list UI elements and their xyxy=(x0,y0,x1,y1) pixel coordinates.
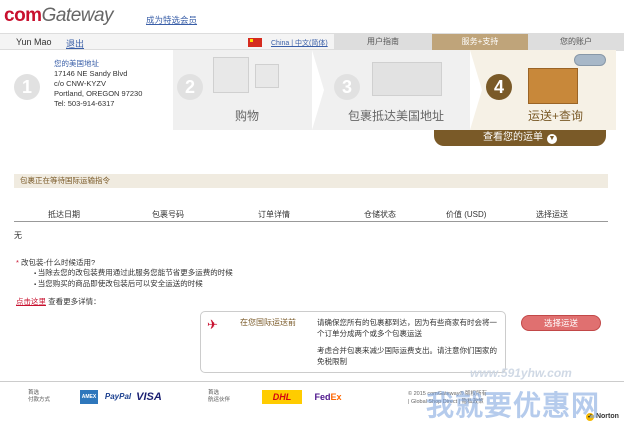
notes-question: * 改包装-什么时候适用? xyxy=(16,258,96,267)
chevron-down-icon: ▼ xyxy=(547,134,557,144)
fedex-logo: FedEx xyxy=(310,390,346,404)
address-phone: Tel: 503-914-6317 xyxy=(54,99,115,108)
shipping-box-icon xyxy=(528,68,578,104)
step-label: 购物 xyxy=(235,109,260,123)
step-chevron xyxy=(470,50,482,130)
column-header-value: 价值 (USD) xyxy=(446,210,487,219)
nav-tab-your-account[interactable]: 您的账户 xyxy=(528,34,624,51)
airplane-icon xyxy=(574,54,606,66)
logo-com: com xyxy=(4,5,42,26)
international-shipping-info-box: ✈ 在您国际运送前 请确保您所有的包裹都到达，因为有些商家有时会将一个订单分成两… xyxy=(200,311,506,373)
step-chevron xyxy=(312,50,324,130)
info-box-text: 请确保您所有的包裹都到达，因为有些商家有时会将一个订单分成两个或多个包裹运送 xyxy=(317,318,497,338)
watermark-url: www.591yhw.com xyxy=(470,366,572,380)
step-number: 2 xyxy=(177,74,203,100)
comgateway-logo[interactable]: comGateway xyxy=(4,5,114,27)
step-number: 1 xyxy=(14,74,40,100)
user-name: Yun Mao xyxy=(16,37,52,47)
step-label: 包裹抵达美国地址 xyxy=(348,109,445,123)
shopping-bag-icon xyxy=(213,57,249,93)
region-selector[interactable]: China | 中文(简体) xyxy=(271,38,328,48)
more-details-text: 查看更多详情： xyxy=(48,297,101,306)
site-header: comGateway 成为特选会员 xyxy=(0,0,624,32)
join-premium-link[interactable]: 成为特选会员 xyxy=(146,14,197,26)
step-4-ship-track[interactable]: 4 运送+查询 xyxy=(470,50,616,130)
airplane-icon: ✈ xyxy=(207,317,218,332)
column-header-select-shipping: 选择运送 xyxy=(536,210,568,219)
us-address-block: 您的美国地址 17146 NE Sandy Blvd c/o CNW-KYZV … xyxy=(54,59,142,109)
list-item: 当您购买的商品即使改包装后可以安全运送的时候 xyxy=(34,279,233,290)
delivery-truck-icon xyxy=(372,62,442,96)
visa-logo: VISA xyxy=(136,391,162,403)
top-bar: Yun Mao 退出 China | 中文(简体) 用户指南 服务+支持 您的账… xyxy=(0,33,624,51)
address-line: 17146 NE Sandy Blvd xyxy=(54,69,128,78)
step-number: 3 xyxy=(334,74,360,100)
logout-link[interactable]: 退出 xyxy=(66,37,84,50)
step-number: 4 xyxy=(486,74,512,100)
column-header-order-details: 订单详情 xyxy=(258,210,290,219)
column-header-package-number: 包裹号码 xyxy=(152,210,184,219)
list-item: 当除去您的改包装费用通过此服务您能节省更多运费的时候 xyxy=(34,268,233,279)
column-header-arrival-date: 抵达日期 xyxy=(48,210,80,219)
table-empty-message: 无 xyxy=(14,231,22,240)
dhl-logo: DHL xyxy=(262,390,302,404)
address-line: Portland, OREGON 97230 xyxy=(54,89,143,98)
address-line: c/o CNW-KYZV xyxy=(54,79,106,88)
step-1-us-address: 1 您的美国地址 17146 NE Sandy Blvd c/o CNW-KYZ… xyxy=(0,50,172,130)
repackaging-notes: * 改包装-什么时候适用? 当除去您的改包装费用通过此服务您能节省更多运费的时候… xyxy=(16,258,233,290)
payment-methods-label: 首选 付款方式 xyxy=(28,390,51,403)
amex-logo: AMEX xyxy=(80,390,98,404)
info-box-title: 在您国际运送前 xyxy=(240,318,296,327)
step-label: 运送+查询 xyxy=(528,109,584,123)
step-3-package-arrival[interactable]: 3 包裹抵达美国地址 xyxy=(312,50,470,130)
fedex-ex: Ex xyxy=(330,392,342,402)
view-shipments-label: 查看您的运单 xyxy=(483,132,543,143)
nav-tab-user-guide[interactable]: 用户指南 xyxy=(334,34,432,51)
china-flag-icon xyxy=(248,38,262,47)
process-steps: 1 您的美国地址 17146 NE Sandy Blvd c/o CNW-KYZ… xyxy=(0,50,624,130)
paypal-logo: PayPal xyxy=(104,392,132,401)
packages-table-header: 抵达日期 包裹号码 订单详情 仓储状态 价值 (USD) 选择运送 xyxy=(14,206,608,222)
shipping-partners-label: 首选 航运伙伴 xyxy=(208,390,231,403)
step-2-shopping[interactable]: 2 购物 xyxy=(173,50,312,130)
view-shipments-button[interactable]: 查看您的运单 ▼ xyxy=(434,130,606,146)
address-title: 您的美国地址 xyxy=(54,59,99,68)
notes-question-text: 改包装-什么时候适用? xyxy=(21,258,96,267)
more-details-line: 点击这里 查看更多详情： xyxy=(16,296,101,307)
select-shipping-button[interactable]: 选择运送 xyxy=(521,315,601,331)
notes-list: 当除去您的改包装费用通过此服务您能节省更多运费的时候 当您购买的商品即使改包装后… xyxy=(16,268,233,290)
gift-box-icon xyxy=(255,64,279,88)
nav-tab-service-support[interactable]: 服务+支持 xyxy=(432,34,528,51)
info-box-text: 考虑合并包裹来减少国际运费支出。请注意你们国家的免税限制 xyxy=(317,346,497,366)
logo-gateway: Gateway xyxy=(41,5,114,26)
click-here-link[interactable]: 点击这里 xyxy=(16,297,46,306)
column-header-storage-status: 仓储状态 xyxy=(364,210,396,219)
watermark-text: 我就要优惠网 xyxy=(426,390,601,421)
fedex-fed: Fed xyxy=(314,392,331,402)
section-title: 包裹正在等待国际运输指令 xyxy=(14,174,608,188)
